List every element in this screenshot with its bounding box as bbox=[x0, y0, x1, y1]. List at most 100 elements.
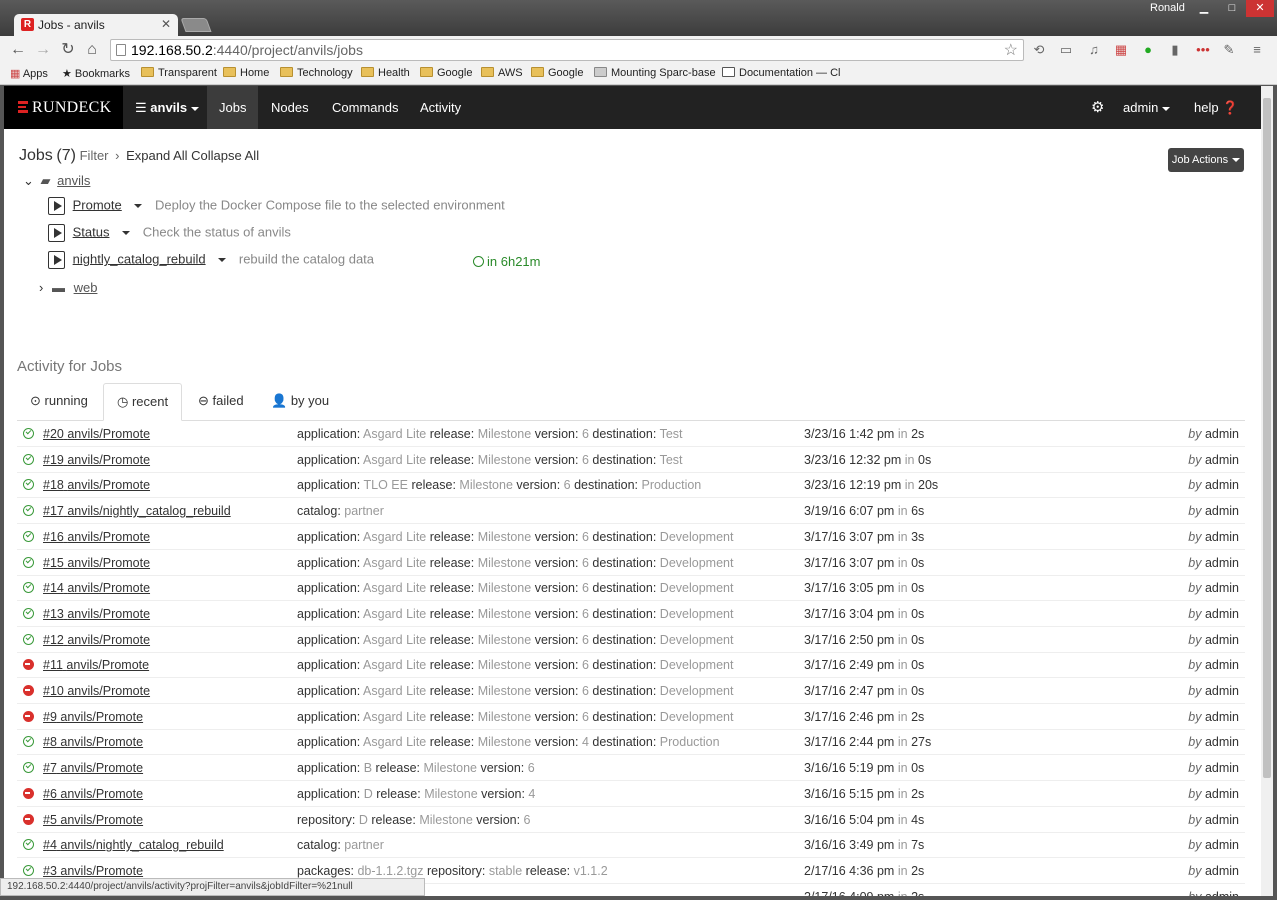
execution-id-link[interactable]: #18 anvils/Promote bbox=[43, 478, 150, 492]
execution-id-link[interactable]: #9 anvils/Promote bbox=[43, 710, 143, 724]
group-link[interactable]: anvils bbox=[57, 173, 90, 188]
cast-icon[interactable]: ▭ bbox=[1057, 41, 1075, 59]
group-anvils[interactable]: ⌄ ▰ anvils bbox=[23, 173, 90, 189]
user-menu[interactable]: admin bbox=[1111, 86, 1182, 129]
home-icon[interactable]: ⌂ bbox=[82, 40, 102, 60]
table-row[interactable]: #19 anvils/Promote application: Asgard Li… bbox=[17, 447, 1245, 473]
table-row[interactable]: #16 anvils/Promote application: Asgard Li… bbox=[17, 524, 1245, 550]
execution-id-link[interactable]: #12 anvils/Promote bbox=[43, 633, 150, 647]
job-link[interactable]: Promote bbox=[73, 197, 122, 212]
collapse-all-link[interactable]: Collapse All bbox=[191, 148, 259, 163]
execution-id-link[interactable]: #8 anvils/Promote bbox=[43, 735, 143, 749]
expand-all-link[interactable]: Expand All bbox=[126, 148, 187, 163]
filter-link[interactable]: Filter bbox=[80, 148, 109, 163]
table-row[interactable]: #8 anvils/Promote application: Asgard Lit… bbox=[17, 729, 1245, 756]
execution-id-link[interactable]: #14 anvils/Promote bbox=[43, 581, 150, 595]
tab-by-you[interactable]: 👤 by you bbox=[258, 383, 342, 421]
table-row[interactable]: #6 anvils/Promote application: D release:… bbox=[17, 781, 1245, 807]
table-row[interactable]: #15 anvils/Promote application: Asgard Li… bbox=[17, 550, 1245, 576]
chevron-right-icon[interactable]: › bbox=[39, 280, 43, 295]
job-link[interactable]: nightly_catalog_rebuild bbox=[73, 251, 206, 266]
bookmark-bookmarks[interactable]: ★ Bookmarks bbox=[62, 67, 130, 80]
new-tab-button[interactable] bbox=[180, 18, 212, 32]
project-menu[interactable]: ☰ anvils bbox=[123, 86, 211, 129]
calendar-icon[interactable]: ▦ bbox=[1112, 41, 1130, 59]
address-bar[interactable]: 192.168.50.2:4440/project/anvils/jobs ☆ bbox=[110, 39, 1024, 61]
run-job-button[interactable] bbox=[48, 197, 65, 215]
tab-close-icon[interactable]: ✕ bbox=[161, 17, 171, 31]
table-row[interactable]: #4 anvils/nightly_catalog_rebuild catalog… bbox=[17, 832, 1245, 859]
table-row[interactable]: #13 anvils/Promote application: Asgard Li… bbox=[17, 601, 1245, 627]
forward-icon[interactable]: → bbox=[33, 40, 53, 60]
lastpass-icon[interactable]: ••• bbox=[1194, 41, 1212, 59]
execution-id-link[interactable]: #11 anvils/Promote bbox=[43, 658, 149, 672]
bookmark-transparent[interactable]: Transparent bbox=[141, 67, 217, 79]
nav-activity[interactable]: Activity bbox=[408, 86, 473, 129]
window-close-icon[interactable]: ✕ bbox=[1246, 0, 1274, 17]
bookmark-health[interactable]: Health bbox=[361, 67, 410, 79]
maximize-icon[interactable]: □ bbox=[1218, 0, 1246, 17]
bookmark-documentation[interactable]: Documentation — Cl bbox=[722, 67, 841, 79]
tab-failed[interactable]: ⊖ failed bbox=[185, 383, 257, 421]
bell-icon[interactable]: ♫ bbox=[1085, 41, 1103, 59]
minimize-icon[interactable]: ▁ bbox=[1190, 0, 1218, 17]
reload-icon[interactable]: ↻ bbox=[58, 40, 78, 60]
bookmark-aws[interactable]: AWS bbox=[481, 67, 523, 79]
bookmark-google-2[interactable]: Google bbox=[531, 67, 583, 79]
chevron-down-icon[interactable]: ⌄ bbox=[23, 173, 34, 188]
execution-id-link[interactable]: #7 anvils/Promote bbox=[43, 761, 143, 775]
bookmark-home[interactable]: Home bbox=[223, 67, 269, 79]
scrollbar-thumb[interactable] bbox=[1263, 98, 1271, 778]
group-web[interactable]: › ▬ web bbox=[39, 280, 97, 295]
run-job-button[interactable] bbox=[48, 224, 65, 242]
nav-jobs[interactable]: Jobs bbox=[207, 86, 259, 129]
table-row[interactable]: #5 anvils/Promote repository: D release: … bbox=[17, 807, 1245, 833]
table-row[interactable]: #12 anvils/Promote application: Asgard Li… bbox=[17, 627, 1245, 653]
nav-commands[interactable]: Commands bbox=[320, 86, 410, 129]
caret-down-icon[interactable] bbox=[134, 204, 143, 208]
help-link[interactable]: help ❓ bbox=[1182, 86, 1250, 129]
extension-green-icon[interactable]: ● bbox=[1139, 41, 1157, 59]
profile-name[interactable]: Ronald bbox=[1150, 2, 1185, 14]
tab-recent[interactable]: ◷ recent bbox=[103, 383, 183, 421]
execution-id-link[interactable]: #5 anvils/Promote bbox=[43, 813, 143, 827]
job-link[interactable]: Status bbox=[73, 224, 110, 239]
table-row[interactable]: #17 anvils/nightly_catalog_rebuild catalo… bbox=[17, 498, 1245, 525]
run-job-button[interactable] bbox=[48, 251, 65, 269]
execution-id-link[interactable]: #20 anvils/Promote bbox=[43, 427, 150, 441]
execution-id-link[interactable]: #3 anvils/Promote bbox=[43, 864, 143, 878]
table-row[interactable]: #9 anvils/Promote application: Asgard Lit… bbox=[17, 704, 1245, 730]
execution-id-link[interactable]: #10 anvils/Promote bbox=[43, 684, 150, 698]
rundeck-logo[interactable]: RUNDECK bbox=[4, 86, 123, 129]
job-actions-button[interactable]: Job Actions bbox=[1168, 148, 1244, 172]
execution-id-link[interactable]: #19 anvils/Promote bbox=[43, 453, 150, 467]
execution-id-link[interactable]: #4 anvils/nightly_catalog_rebuild bbox=[43, 838, 224, 852]
table-row[interactable]: #18 anvils/Promote application: TLO EE re… bbox=[17, 472, 1245, 499]
bookmark-technology[interactable]: Technology bbox=[280, 67, 353, 79]
caret-down-icon[interactable] bbox=[122, 231, 131, 235]
bookmark-star-icon[interactable]: ☆ bbox=[1004, 40, 1018, 60]
caret-down-icon[interactable] bbox=[218, 258, 227, 262]
tab-running[interactable]: ⊙ running bbox=[17, 383, 101, 421]
table-row[interactable]: #11 anvils/Promote application: Asgard Li… bbox=[17, 652, 1245, 679]
extension-pen-icon[interactable]: ✎ bbox=[1220, 41, 1238, 59]
execution-id-link[interactable]: #17 anvils/nightly_catalog_rebuild bbox=[43, 504, 231, 518]
bookmark-mounting[interactable]: Mounting Sparc-base bbox=[594, 67, 716, 79]
table-row[interactable]: #14 anvils/Promote application: Asgard Li… bbox=[17, 575, 1245, 602]
execution-id-link[interactable]: #16 anvils/Promote bbox=[43, 530, 150, 544]
nav-nodes[interactable]: Nodes bbox=[259, 86, 321, 129]
execution-id-link[interactable]: #6 anvils/Promote bbox=[43, 787, 143, 801]
table-row[interactable]: #7 anvils/Promote application: B release:… bbox=[17, 755, 1245, 782]
bookmark-apps[interactable]: ▦ Apps bbox=[10, 67, 48, 80]
extension-bookmark-icon[interactable]: ▮ bbox=[1166, 41, 1184, 59]
group-link[interactable]: web bbox=[74, 280, 98, 295]
extension-icon[interactable]: ⟲ bbox=[1030, 41, 1048, 59]
execution-id-link[interactable]: #15 anvils/Promote bbox=[43, 556, 150, 570]
table-row[interactable]: #20 anvils/Promote application: Asgard Li… bbox=[17, 421, 1245, 447]
menu-icon[interactable]: ≡ bbox=[1248, 41, 1266, 59]
table-row[interactable]: #10 anvils/Promote application: Asgard Li… bbox=[17, 678, 1245, 704]
execution-id-link[interactable]: #13 anvils/Promote bbox=[43, 607, 150, 621]
browser-tab[interactable]: R Jobs - anvils ✕ bbox=[14, 14, 178, 36]
bookmark-google[interactable]: Google bbox=[420, 67, 472, 79]
back-icon[interactable]: ← bbox=[8, 40, 28, 60]
